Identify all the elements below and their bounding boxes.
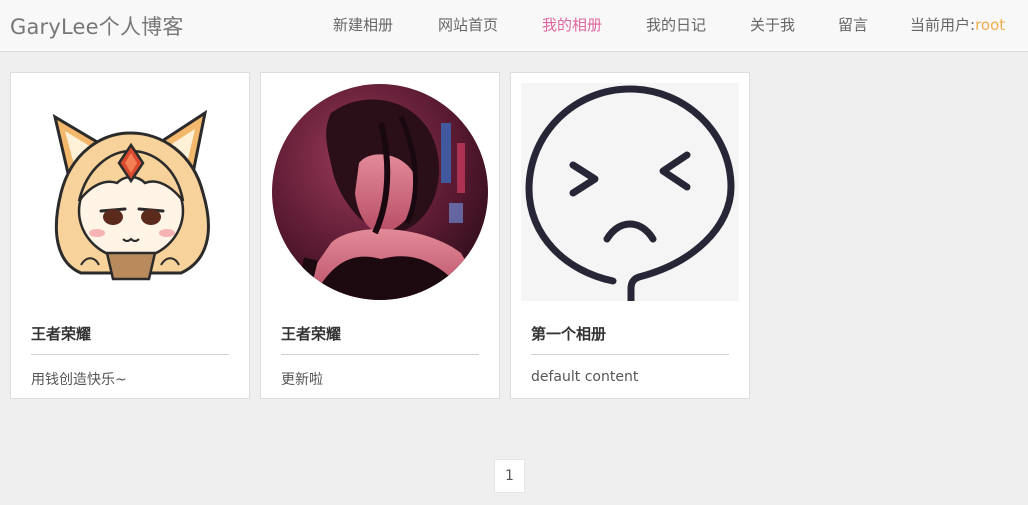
album-description: 更新啦 bbox=[281, 372, 323, 388]
site-brand[interactable]: GaryLee个人博客 bbox=[10, 11, 184, 41]
album-card[interactable]: 王者荣耀 用钱创造快乐~ bbox=[10, 72, 250, 399]
fox-girl-avatar-icon[interactable] bbox=[21, 83, 239, 301]
album-title[interactable]: 王者荣耀 bbox=[31, 323, 91, 344]
current-user-name[interactable]: root bbox=[975, 16, 1005, 34]
current-user-label: 当前用户: bbox=[910, 16, 976, 34]
album-title[interactable]: 第一个相册 bbox=[531, 323, 606, 344]
album-description: 用钱创造快乐~ bbox=[31, 372, 127, 388]
pagination-page-1[interactable]: 1 bbox=[494, 459, 525, 493]
album-divider bbox=[531, 354, 729, 355]
top-navbar: GaryLee个人博客 新建相册 网站首页 我的相册 我的日记 关于我 留言 当… bbox=[0, 0, 1028, 52]
nav-item-my-albums[interactable]: 我的相册 bbox=[542, 14, 602, 35]
portrait-photo-icon[interactable] bbox=[271, 83, 489, 301]
nav-item-about[interactable]: 关于我 bbox=[750, 14, 795, 35]
album-description: default content bbox=[531, 369, 639, 385]
nav-item-new-album[interactable]: 新建相册 bbox=[333, 14, 393, 35]
album-divider bbox=[31, 354, 229, 355]
album-divider bbox=[281, 354, 479, 355]
album-card[interactable]: 王者荣耀 更新啦 bbox=[260, 72, 500, 399]
sad-face-icon[interactable] bbox=[521, 83, 739, 301]
nav-item-my-diary[interactable]: 我的日记 bbox=[646, 14, 706, 35]
album-card[interactable]: 第一个相册 default content bbox=[510, 72, 750, 399]
nav-item-home[interactable]: 网站首页 bbox=[438, 14, 498, 35]
album-title[interactable]: 王者荣耀 bbox=[281, 323, 341, 344]
current-user: 当前用户:root bbox=[910, 14, 1005, 35]
nav-item-messages[interactable]: 留言 bbox=[838, 14, 868, 35]
